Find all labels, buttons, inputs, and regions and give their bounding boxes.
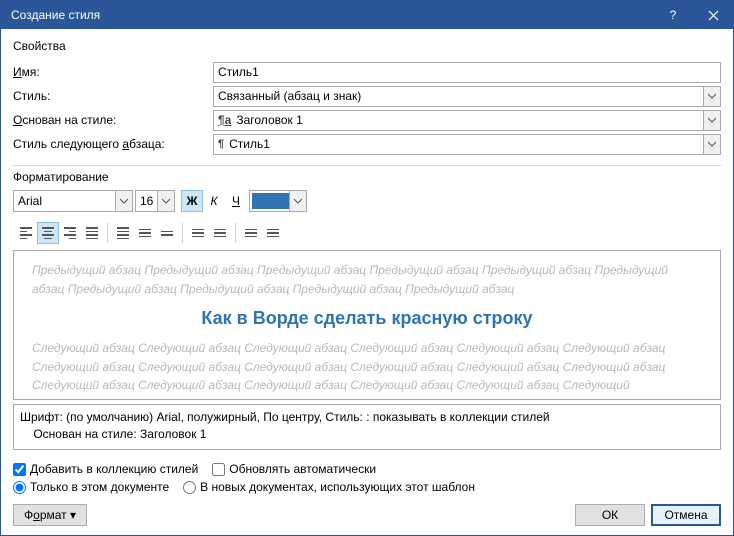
- cancel-button[interactable]: Отмена: [651, 504, 721, 526]
- align-center-button[interactable]: [37, 222, 59, 244]
- close-button[interactable]: [693, 1, 733, 29]
- line-spacing-2-button[interactable]: [156, 222, 178, 244]
- description-box: Шрифт: (по умолчанию) Arial, полужирный,…: [13, 404, 721, 450]
- based-dropdown[interactable]: ¶a Заголовок 1: [213, 110, 721, 131]
- ok-button[interactable]: ОК: [575, 504, 645, 526]
- window-title: Создание стиля: [11, 8, 653, 22]
- paragraph-icon: ¶a: [218, 113, 231, 127]
- italic-button[interactable]: К: [203, 190, 225, 212]
- name-input[interactable]: Стиль1: [213, 62, 721, 83]
- chevron-down-icon: [289, 191, 306, 211]
- align-left-button[interactable]: [15, 222, 37, 244]
- color-swatch-fill: [252, 193, 290, 209]
- separator: [107, 223, 108, 243]
- help-button[interactable]: ?: [653, 1, 693, 29]
- align-justify-button[interactable]: [81, 222, 103, 244]
- align-right-button[interactable]: [59, 222, 81, 244]
- next-label: Стиль следующего абзаца:: [13, 137, 213, 151]
- font-combo[interactable]: Arial: [13, 190, 133, 212]
- desc-line-2: Основан на стиле: Заголовок 1: [20, 426, 714, 443]
- props-group-label: Свойства: [13, 39, 721, 53]
- chevron-down-icon: [703, 111, 720, 130]
- format-button[interactable]: Формат ▾: [13, 504, 87, 526]
- add-collection-checkbox[interactable]: Добавить в коллекцию стилей: [13, 462, 198, 476]
- footer: Формат ▾ ОК Отмена: [13, 504, 721, 526]
- separator: [235, 223, 236, 243]
- props-fieldset: Имя: Стиль1 Стиль: Связанный (абзац и зн…: [13, 59, 721, 157]
- preview-sample: Как в Ворде сделать красную строку: [32, 308, 702, 329]
- based-label: Основан на стиле:: [13, 113, 213, 127]
- space-before-dec-button[interactable]: [209, 222, 231, 244]
- desc-line-1: Шрифт: (по умолчанию) Arial, полужирный,…: [20, 409, 714, 426]
- options: Добавить в коллекцию стилей Обновлять ав…: [13, 462, 721, 494]
- color-picker[interactable]: [249, 190, 307, 212]
- titlebar: Создание стиля ?: [1, 1, 733, 29]
- chevron-down-icon: [703, 87, 720, 106]
- format-group-label: Форматирование: [13, 170, 721, 184]
- divider: [13, 165, 721, 166]
- only-doc-radio[interactable]: Только в этом документе: [13, 480, 169, 494]
- line-spacing-1-button[interactable]: [112, 222, 134, 244]
- style-label: Стиль:: [13, 89, 213, 103]
- paragraph-toolbar: [13, 218, 721, 250]
- auto-update-checkbox[interactable]: Обновлять автоматически: [212, 462, 376, 476]
- bold-button[interactable]: Ж: [181, 190, 203, 212]
- chevron-down-icon: [115, 191, 132, 211]
- paragraph-icon: ¶: [218, 138, 224, 150]
- name-label: Имя:: [13, 65, 213, 79]
- preview-next-text: Следующий абзац Следующий абзац Следующи…: [32, 339, 702, 395]
- separator: [182, 223, 183, 243]
- preview-pane: Предыдущий абзац Предыдущий абзац Предыд…: [13, 250, 721, 400]
- style-dropdown[interactable]: Связанный (абзац и знак): [213, 86, 721, 107]
- chevron-down-icon: [157, 191, 174, 211]
- indent-inc-button[interactable]: [262, 222, 284, 244]
- line-spacing-15-button[interactable]: [134, 222, 156, 244]
- underline-button[interactable]: Ч: [225, 190, 247, 212]
- format-toolbar: Arial 16 Ж К Ч: [13, 190, 721, 212]
- next-dropdown[interactable]: ¶ Стиль1: [213, 134, 721, 155]
- preview-prev-text: Предыдущий абзац Предыдущий абзац Предыд…: [32, 261, 702, 298]
- indent-dec-button[interactable]: [240, 222, 262, 244]
- close-icon: [708, 10, 719, 21]
- chevron-down-icon: [703, 135, 720, 154]
- space-before-inc-button[interactable]: [187, 222, 209, 244]
- in-new-radio[interactable]: В новых документах, использующих этот ша…: [183, 480, 475, 494]
- size-combo[interactable]: 16: [135, 190, 175, 212]
